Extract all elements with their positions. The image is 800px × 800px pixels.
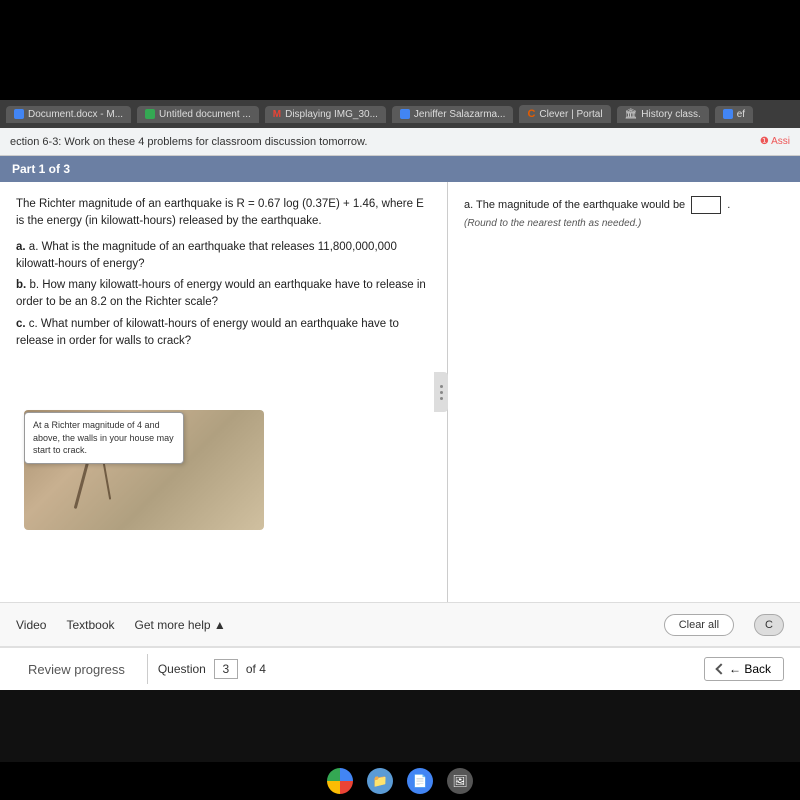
mail-icon: M (273, 109, 281, 120)
top-black-bar (0, 0, 800, 100)
question-label: Question (158, 662, 206, 676)
clear-all-button[interactable]: Clear all (664, 614, 734, 636)
doc3-icon (400, 109, 410, 119)
doc-icon (14, 109, 24, 119)
handle-dots (440, 385, 443, 400)
tooltip-box: At a Richter magnitude of 4 and above, t… (24, 412, 184, 464)
back-arrow-icon (715, 663, 726, 674)
tab-history[interactable]: 🏛 History class. (617, 106, 709, 123)
question-left-panel: The Richter magnitude of an earthquake i… (0, 182, 448, 602)
tab-untitled[interactable]: Untitled document ... (137, 106, 259, 123)
question-right-panel: a. The magnitude of the earthquake would… (448, 182, 800, 602)
history-icon: 🏛 (625, 109, 638, 120)
chrome-icon[interactable] (327, 768, 353, 794)
docs-icon[interactable]: 📄 (407, 768, 433, 794)
taskbar: 📁 📄 🖼 (0, 762, 800, 800)
ef-icon (723, 109, 733, 119)
slides-icon[interactable]: 🖼 (447, 768, 473, 794)
tab-ef[interactable]: ef (715, 106, 753, 123)
of-label: of 4 (246, 662, 266, 676)
c-button[interactable]: C (754, 614, 784, 636)
panel-resize-handle[interactable] (434, 372, 448, 412)
footer-bar: Review progress Question 3 of 4 ← Back (0, 646, 800, 690)
part-header: Part 1 of 3 (0, 156, 800, 182)
tab-jeniffer[interactable]: Jeniffer Salazarma... (392, 106, 514, 123)
notification-bar: ection 6-3: Work on these 4 problems for… (0, 128, 800, 156)
textbook-link[interactable]: Textbook (66, 618, 114, 632)
main-question-text: The Richter magnitude of an earthquake i… (16, 196, 431, 231)
answer-row-a: a. The magnitude of the earthquake would… (464, 196, 784, 214)
back-button[interactable]: ← Back (704, 657, 784, 681)
question-body: The Richter magnitude of an earthquake i… (0, 182, 800, 602)
answer-prompt-text: a. The magnitude of the earthquake would… (464, 199, 685, 211)
video-link[interactable]: Video (16, 618, 46, 632)
main-area: Part 1 of 3 The Richter magnitude of an … (0, 156, 800, 690)
assi-badge: ❶ Assi (760, 136, 790, 147)
doc2-icon (145, 109, 155, 119)
bottom-toolbar: Video Textbook Get more help ▲ Clear all… (0, 602, 800, 646)
tab-clever[interactable]: C Clever | Portal (519, 105, 610, 123)
tab-document[interactable]: Document.docx - M... (6, 106, 131, 123)
notification-text: ection 6-3: Work on these 4 problems for… (10, 136, 367, 148)
files-icon[interactable]: 📁 (367, 768, 393, 794)
tab-img[interactable]: M Displaying IMG_30... (265, 106, 386, 123)
browser-tabs: Document.docx - M... Untitled document .… (0, 100, 800, 128)
round-note-text: (Round to the nearest tenth as needed.) (464, 218, 784, 229)
more-help-link[interactable]: Get more help ▲ (135, 618, 226, 632)
answer-input-box[interactable] (691, 196, 721, 214)
question-nav: Question 3 of 4 (158, 659, 266, 679)
sub-question-a: a. a. What is the magnitude of an earthq… (16, 239, 431, 274)
question-number-box[interactable]: 3 (214, 659, 238, 679)
review-progress-button[interactable]: Review progress (16, 656, 137, 683)
progress-divider (147, 654, 148, 684)
sub-question-c: c. c. What number of kilowatt-hours of e… (16, 316, 431, 351)
sub-question-b: b. b. How many kilowatt-hours of energy … (16, 277, 431, 312)
clever-icon: C (527, 108, 535, 120)
